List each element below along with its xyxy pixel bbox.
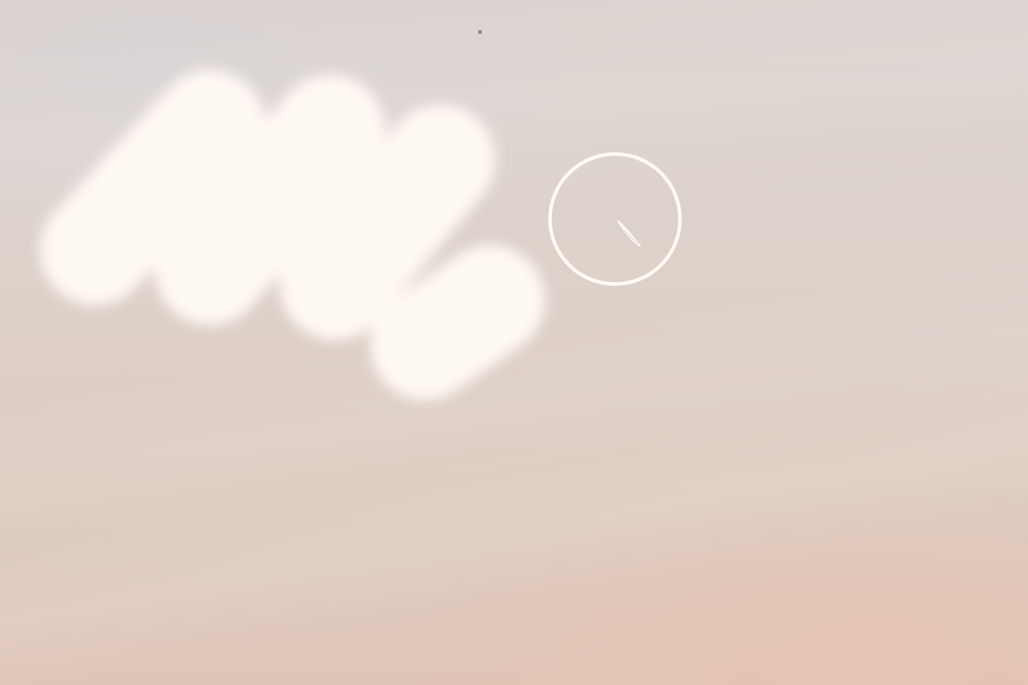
annotation-layer [548, 152, 682, 286]
bird-shadow [623, 229, 639, 245]
circle-outline-icon [548, 152, 682, 286]
sky-photo: bird [0, 0, 1028, 685]
